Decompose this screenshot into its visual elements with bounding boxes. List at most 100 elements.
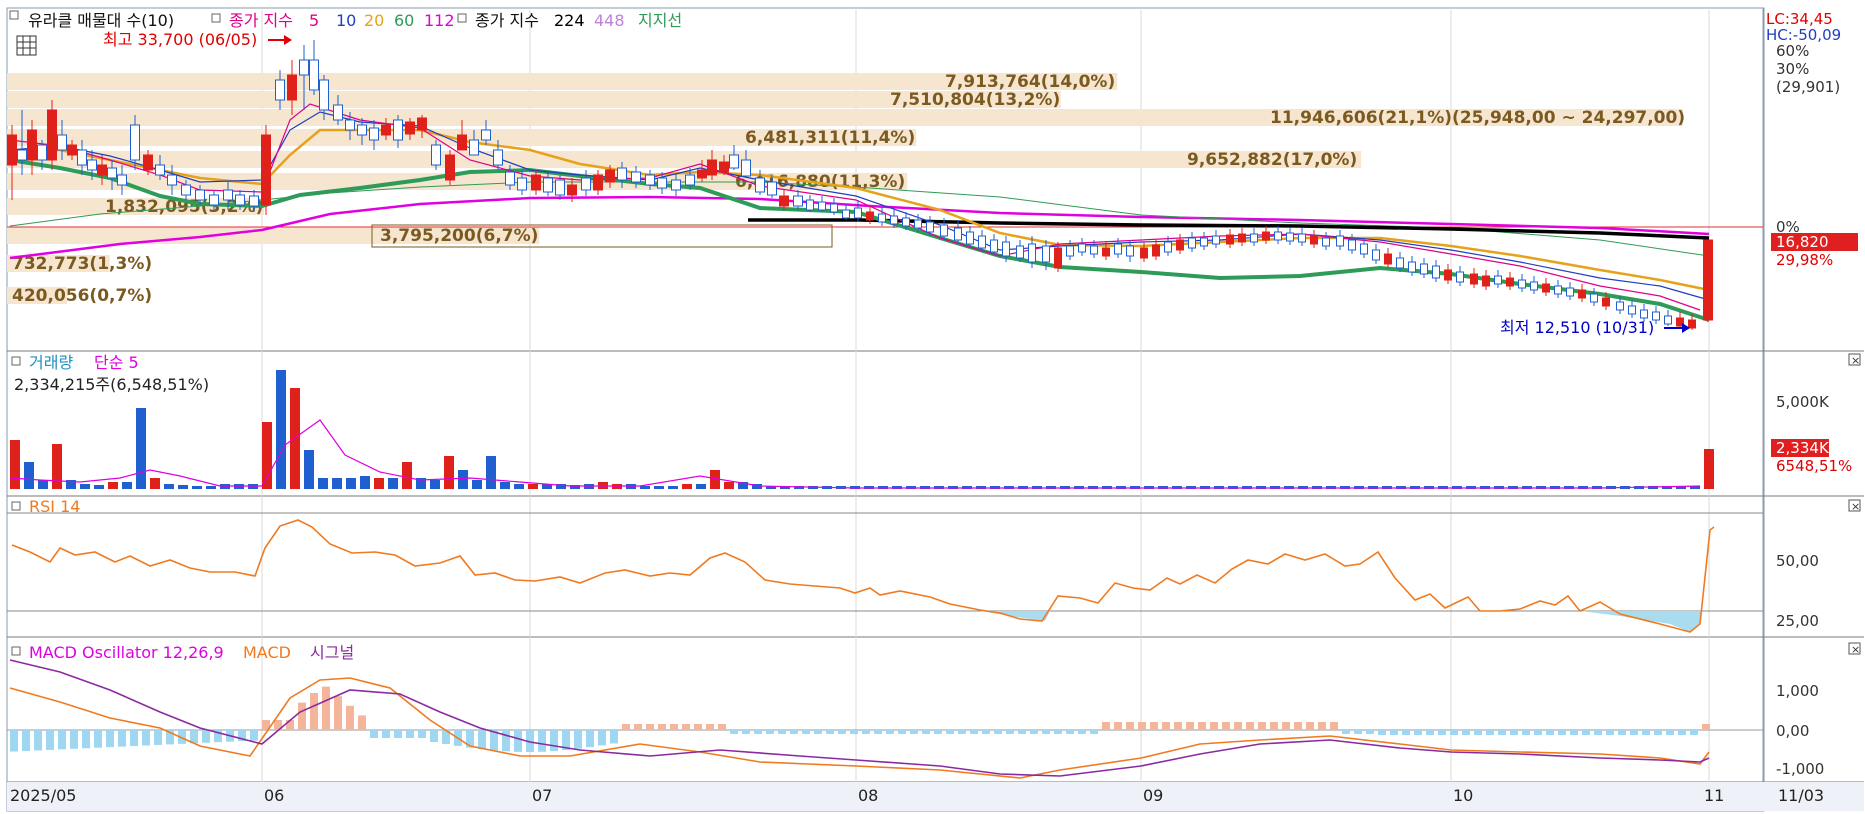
- macd-close-icon[interactable]: ×: [1848, 642, 1861, 656]
- candle-body: [7, 134, 17, 166]
- candle-body: [990, 239, 998, 253]
- candle-body: [1470, 273, 1478, 285]
- candle-body: [1494, 275, 1502, 285]
- candle-body: [117, 174, 127, 186]
- macd-osc-bar: [1570, 730, 1578, 735]
- macd-osc-bar: [970, 730, 978, 734]
- macd-osc-bar: [622, 724, 630, 730]
- legend-macd-osc[interactable]: MACD Oscillator 12,26,9: [29, 643, 224, 662]
- macd-osc-bar: [790, 730, 798, 734]
- macd-osc-bar: [586, 730, 594, 748]
- candle-body: [1664, 315, 1672, 325]
- legend-macd-signal[interactable]: 시그널: [310, 643, 354, 662]
- candle-body: [357, 124, 367, 136]
- legend-rsi[interactable]: RSI 14: [29, 497, 80, 516]
- macd-osc-bar: [310, 693, 318, 730]
- legend-ma-448[interactable]: 448: [594, 11, 625, 30]
- candle-body: [729, 154, 739, 169]
- macd-osc-bar: [1114, 722, 1122, 730]
- legend-ma-5[interactable]: 5: [309, 11, 319, 30]
- macd-osc-bar: [1354, 730, 1362, 734]
- candle-body: [1456, 271, 1464, 283]
- candle-body: [940, 224, 948, 237]
- candle-body: [902, 217, 910, 227]
- macd-osc-bar: [1234, 722, 1242, 730]
- candle-body: [741, 159, 751, 177]
- candle-body: [493, 149, 503, 166]
- candle-body: [1212, 235, 1220, 245]
- candle-body: [155, 164, 165, 176]
- macd-osc-bar: [814, 730, 822, 734]
- legend-ma-prefix[interactable]: 종가 지수: [229, 11, 293, 30]
- rsi-close-icon[interactable]: ×: [1848, 499, 1861, 513]
- macd-osc-bar: [478, 730, 486, 750]
- x-label-10: 10: [1453, 786, 1473, 805]
- candle-body: [1444, 269, 1452, 281]
- volume-axis-5000k: 5,000K: [1776, 393, 1830, 411]
- candle-body: [543, 177, 553, 193]
- legend-ma2-prefix[interactable]: 종가 지수: [475, 11, 539, 30]
- macd-osc-bar: [1030, 730, 1038, 734]
- macd-osc-bar: [778, 730, 786, 734]
- x-label-11-03: 11/03: [1778, 786, 1824, 805]
- macd-osc-bar: [766, 730, 774, 734]
- macd-osc-bar: [1318, 722, 1326, 730]
- candle-body: [645, 174, 655, 186]
- macd-osc-bar: [1450, 730, 1458, 735]
- volume-bar: [122, 482, 132, 489]
- candle-body: [1703, 239, 1713, 321]
- macd-osc-bar: [34, 730, 42, 751]
- chart-canvas[interactable]: 7,913,764(14,0%)7,510,804(13,2%) 11,946,6…: [0, 0, 1865, 814]
- volume-bar: [136, 408, 146, 489]
- legend-volume[interactable]: 거래량: [29, 353, 73, 372]
- candle-body: [167, 174, 177, 186]
- macd-axis-1000: 1,000: [1776, 682, 1819, 700]
- macd-osc-bar: [1378, 730, 1386, 735]
- legend-ma-20[interactable]: 20: [364, 11, 384, 30]
- current-price: 16,820: [1776, 233, 1829, 251]
- macd-osc-bar: [1174, 722, 1182, 730]
- volume-bar: [94, 485, 104, 489]
- legend-ma-112[interactable]: 112: [424, 11, 455, 30]
- macd-osc-bar: [646, 724, 654, 730]
- svg-text:×: ×: [1851, 500, 1860, 513]
- volume-close-icon[interactable]: ×: [1848, 353, 1861, 367]
- macd-osc-bar: [1666, 730, 1674, 735]
- candle-body: [319, 79, 329, 111]
- legend-macd[interactable]: MACD: [243, 643, 291, 662]
- volume-bar: [80, 484, 90, 489]
- candle-body: [299, 59, 309, 76]
- candle-body: [1140, 247, 1148, 259]
- grid-settings-icon[interactable]: [16, 35, 37, 56]
- candle-body: [914, 219, 922, 229]
- macd-osc-bar: [718, 724, 726, 730]
- legend-ma-60[interactable]: 60: [394, 11, 414, 30]
- candle-body: [1688, 319, 1696, 329]
- candle-body: [806, 199, 814, 211]
- candle-body: [1616, 301, 1624, 311]
- legend-ma-224[interactable]: 224: [554, 11, 585, 30]
- macd-osc-bar: [346, 705, 354, 730]
- volume-bar-current: [1704, 449, 1714, 489]
- candle-body: [345, 119, 355, 131]
- legend-support-line[interactable]: 지지선: [638, 11, 682, 30]
- candle-body: [1286, 232, 1294, 242]
- candle-body: [1002, 241, 1010, 257]
- candle-body: [107, 167, 117, 179]
- candle-body: [1530, 281, 1538, 291]
- legend-volume-profile[interactable]: 유라클 매물대 수(10): [28, 11, 174, 30]
- candle-body: [143, 154, 153, 171]
- candle-body: [755, 177, 765, 193]
- candle-body: [954, 227, 962, 241]
- macd-osc-bar: [358, 715, 366, 730]
- legend-ma-10[interactable]: 10: [336, 11, 356, 30]
- legend-volume-ma[interactable]: 단순 5: [94, 353, 139, 372]
- candle-body: [235, 194, 245, 206]
- x-label-2025-05: 2025/05: [10, 786, 76, 805]
- x-label-06: 06: [264, 786, 284, 805]
- axis-60pct: 60%: [1776, 42, 1809, 60]
- macd-osc-bar: [322, 686, 330, 730]
- candle-body: [685, 174, 695, 186]
- volume-bar: [668, 486, 678, 489]
- volume-bar: [206, 486, 216, 489]
